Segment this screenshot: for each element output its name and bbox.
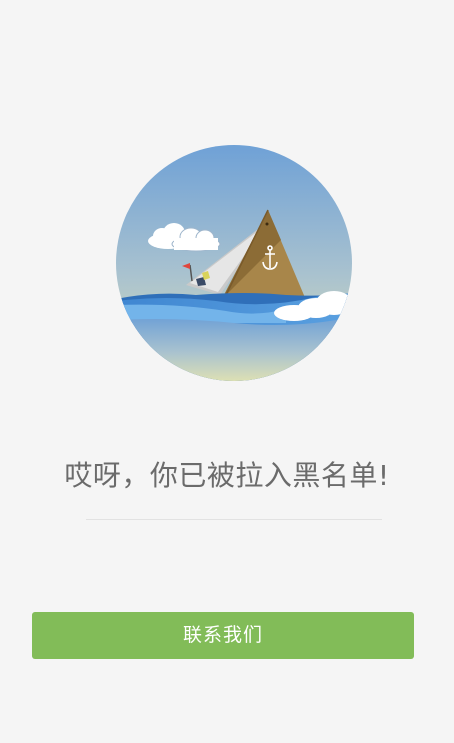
contact-us-button[interactable]: 联系我们 [32,612,414,659]
blacklist-page: 哎呀，你已被拉入黑名单! 联系我们 [0,0,454,743]
blacklist-message: 哎呀，你已被拉入黑名单! [64,459,390,492]
sinking-ship-illustration [116,145,352,381]
divider [86,519,382,520]
